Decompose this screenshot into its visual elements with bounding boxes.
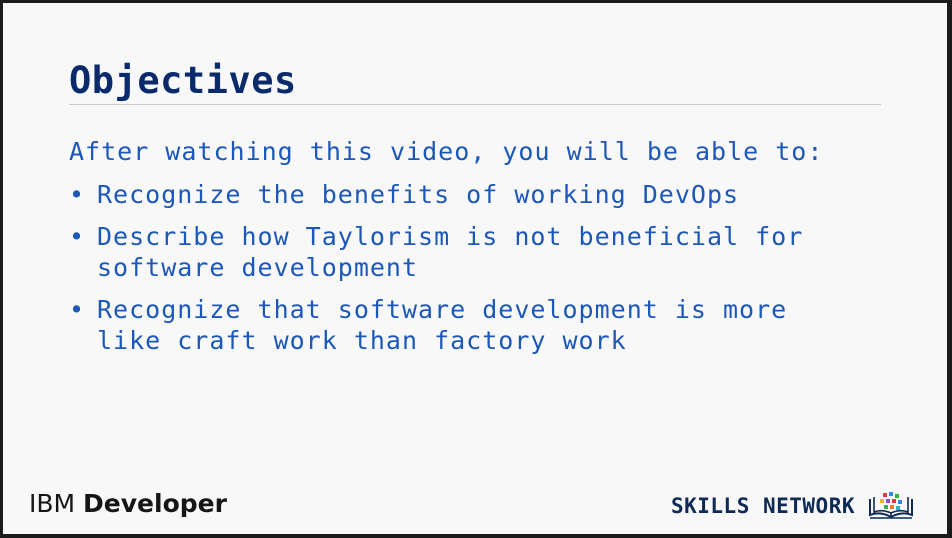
- intro-text: After watching this video, you will be a…: [69, 137, 824, 166]
- bullet-text: Recognize that software development is m…: [97, 295, 788, 355]
- ibm-developer-logo: IBM Developer: [29, 489, 227, 518]
- list-item: • Describe how Taylorism is not benefici…: [69, 221, 857, 283]
- objectives-list: • Recognize the benefits of working DevO…: [69, 179, 857, 367]
- open-book-icon: [869, 492, 913, 519]
- bullet-text: Describe how Taylorism is not beneficial…: [97, 222, 804, 282]
- ibm-logo-product: Developer: [83, 489, 227, 518]
- bullet-text: Recognize the benefits of working DevOps: [97, 180, 740, 209]
- list-item: • Recognize that software development is…: [69, 294, 857, 356]
- skills-network-logo: SKILLS NETWORK: [671, 491, 915, 521]
- ibm-logo-prefix: IBM: [29, 489, 84, 518]
- bullet-icon: •: [69, 295, 86, 324]
- title-divider: [69, 104, 881, 105]
- slide-title: Objectives: [69, 59, 297, 102]
- slide: Objectives After watching this video, yo…: [3, 3, 947, 534]
- bullet-icon: •: [69, 180, 86, 209]
- bullet-icon: •: [69, 222, 86, 251]
- skills-network-label: SKILLS NETWORK: [670, 494, 855, 518]
- list-item: • Recognize the benefits of working DevO…: [69, 179, 857, 210]
